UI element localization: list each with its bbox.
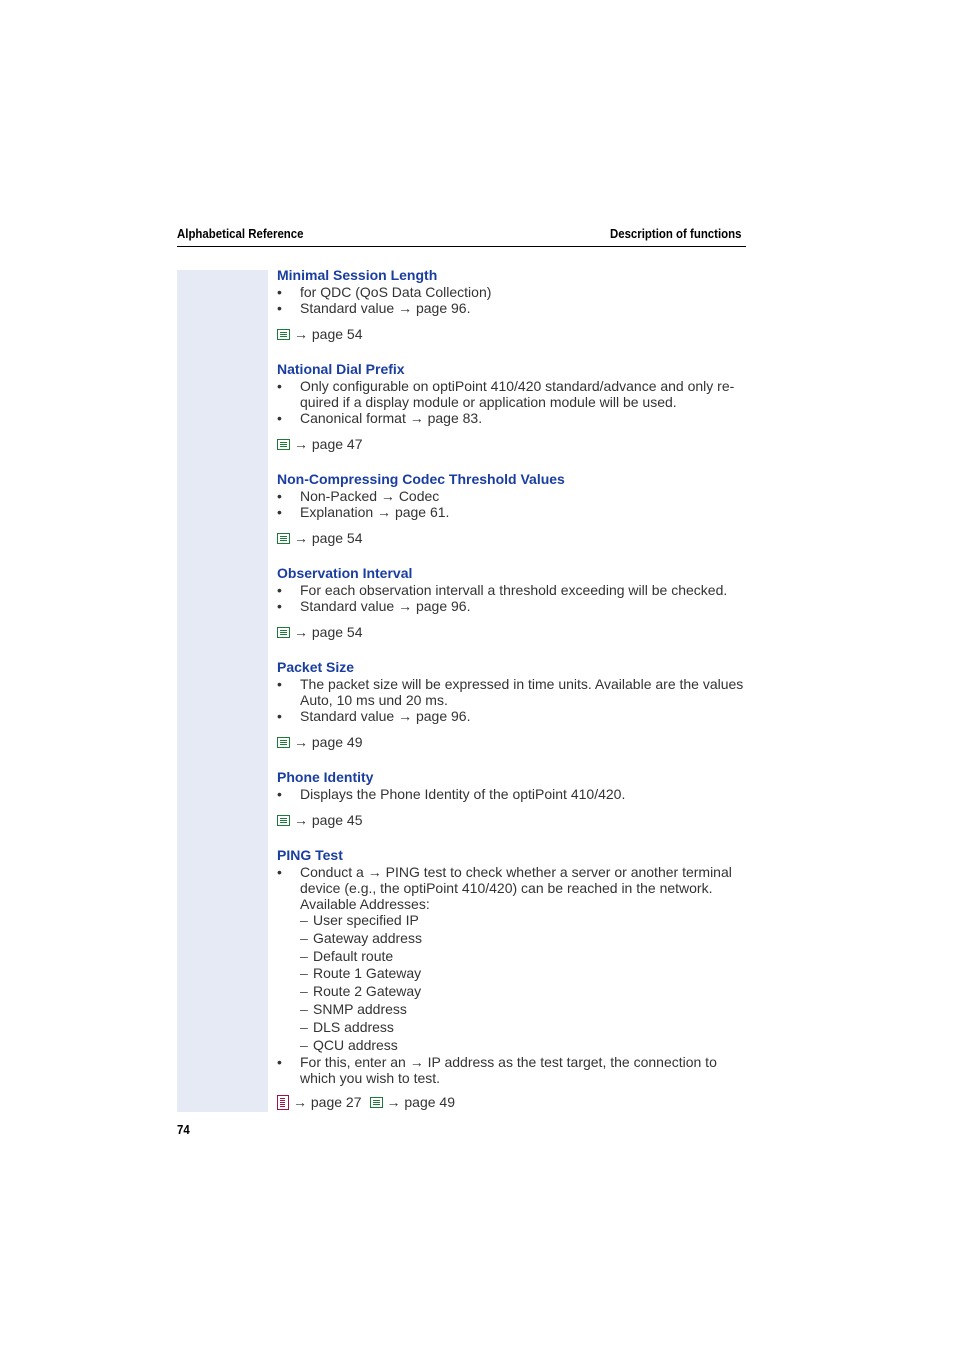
bullet: Non-Packed → Codec xyxy=(277,488,747,504)
section-title: Minimal Session Length xyxy=(277,267,438,283)
page-reference[interactable]: → page 54 xyxy=(277,530,747,546)
section: Observation Interval For each observatio… xyxy=(277,564,747,640)
ref-text: → page 49 xyxy=(386,1094,456,1111)
address-item: User specified IP xyxy=(277,912,747,930)
section-title: Observation Interval xyxy=(277,565,413,581)
bullet: The packet size will be expressed in tim… xyxy=(277,676,747,708)
clipboard-icon xyxy=(277,1094,289,1110)
section-title: PING Test xyxy=(277,847,343,863)
section: Phone Identity Displays the Phone Identi… xyxy=(277,768,747,828)
bullet: For this, enter an → IP address as the t… xyxy=(277,1054,747,1086)
bullet: Standard value → page 96. xyxy=(277,598,747,614)
document-page: Alphabetical Reference Description of fu… xyxy=(0,0,954,1351)
section-title: National Dial Prefix xyxy=(277,361,405,377)
ref-text: → page 27 xyxy=(293,1094,362,1111)
address-item: Default route xyxy=(277,948,747,966)
ref-text: → page 54 xyxy=(294,326,363,342)
bullet: For each observation intervall a thresho… xyxy=(277,582,747,598)
content: Minimal Session Length for QDC (QoS Data… xyxy=(277,266,747,1128)
section: National Dial Prefix Only configurable o… xyxy=(277,360,747,452)
page-reference[interactable]: → page 54 xyxy=(277,326,747,342)
ref-text: → page 47 xyxy=(294,436,363,452)
page-reference[interactable]: → page 45 xyxy=(277,812,747,828)
header-rule xyxy=(177,246,746,247)
menu-list-icon xyxy=(277,328,290,340)
bullet: Canonical format → page 83. xyxy=(277,410,747,426)
bullet: for QDC (QoS Data Collection) xyxy=(277,284,747,300)
header-left: Alphabetical Reference xyxy=(177,226,304,241)
page-reference[interactable]: → page 49 xyxy=(277,734,747,750)
section-ping-test: PING Test Conduct a → PING test to check… xyxy=(277,846,747,1110)
menu-list-icon xyxy=(277,438,290,450)
bullet: Displays the Phone Identity of the optiP… xyxy=(277,786,747,802)
address-item: Route 2 Gateway xyxy=(277,983,747,1001)
section-title: Phone Identity xyxy=(277,769,374,785)
page-reference[interactable]: → page 47 xyxy=(277,436,747,452)
ref-text: → page 54 xyxy=(294,624,363,640)
section: Minimal Session Length for QDC (QoS Data… xyxy=(277,266,747,342)
menu-list-icon xyxy=(277,736,290,748)
ref-text: → page 45 xyxy=(294,812,363,828)
bullet: Standard value → page 96. xyxy=(277,300,747,316)
address-item: DLS address xyxy=(277,1019,747,1037)
page-number: 74 xyxy=(177,1122,190,1137)
bullet: Conduct a → PING test to check whether a… xyxy=(277,864,747,912)
menu-list-icon xyxy=(277,626,290,638)
page-reference[interactable]: → page 27 → page 49 xyxy=(277,1094,747,1110)
ref-text: → page 49 xyxy=(294,734,363,750)
menu-list-icon xyxy=(277,532,290,544)
section: Non-Compressing Codec Threshold Values N… xyxy=(277,470,747,546)
menu-list-icon xyxy=(277,814,290,826)
header-right: Description of functions xyxy=(609,226,741,241)
address-item: Gateway address xyxy=(277,930,747,948)
section: Packet Size The packet size will be expr… xyxy=(277,658,747,750)
bullet: Explanation → page 61. xyxy=(277,504,747,520)
sidebar-margin xyxy=(177,270,268,1112)
address-item: SNMP address xyxy=(277,1001,747,1019)
address-item: QCU address xyxy=(277,1037,747,1055)
bullet: Standard value → page 96. xyxy=(277,708,747,724)
section-title: Packet Size xyxy=(277,659,355,675)
ref-text: → page 54 xyxy=(294,530,363,546)
section-title: Non-Compressing Codec Threshold Values xyxy=(277,471,565,487)
address-item: Route 1 Gateway xyxy=(277,965,747,983)
page-reference[interactable]: → page 54 xyxy=(277,624,747,640)
menu-list-icon xyxy=(369,1096,383,1108)
bullet: Only configurable on optiPoint 410/420 s… xyxy=(277,378,747,410)
